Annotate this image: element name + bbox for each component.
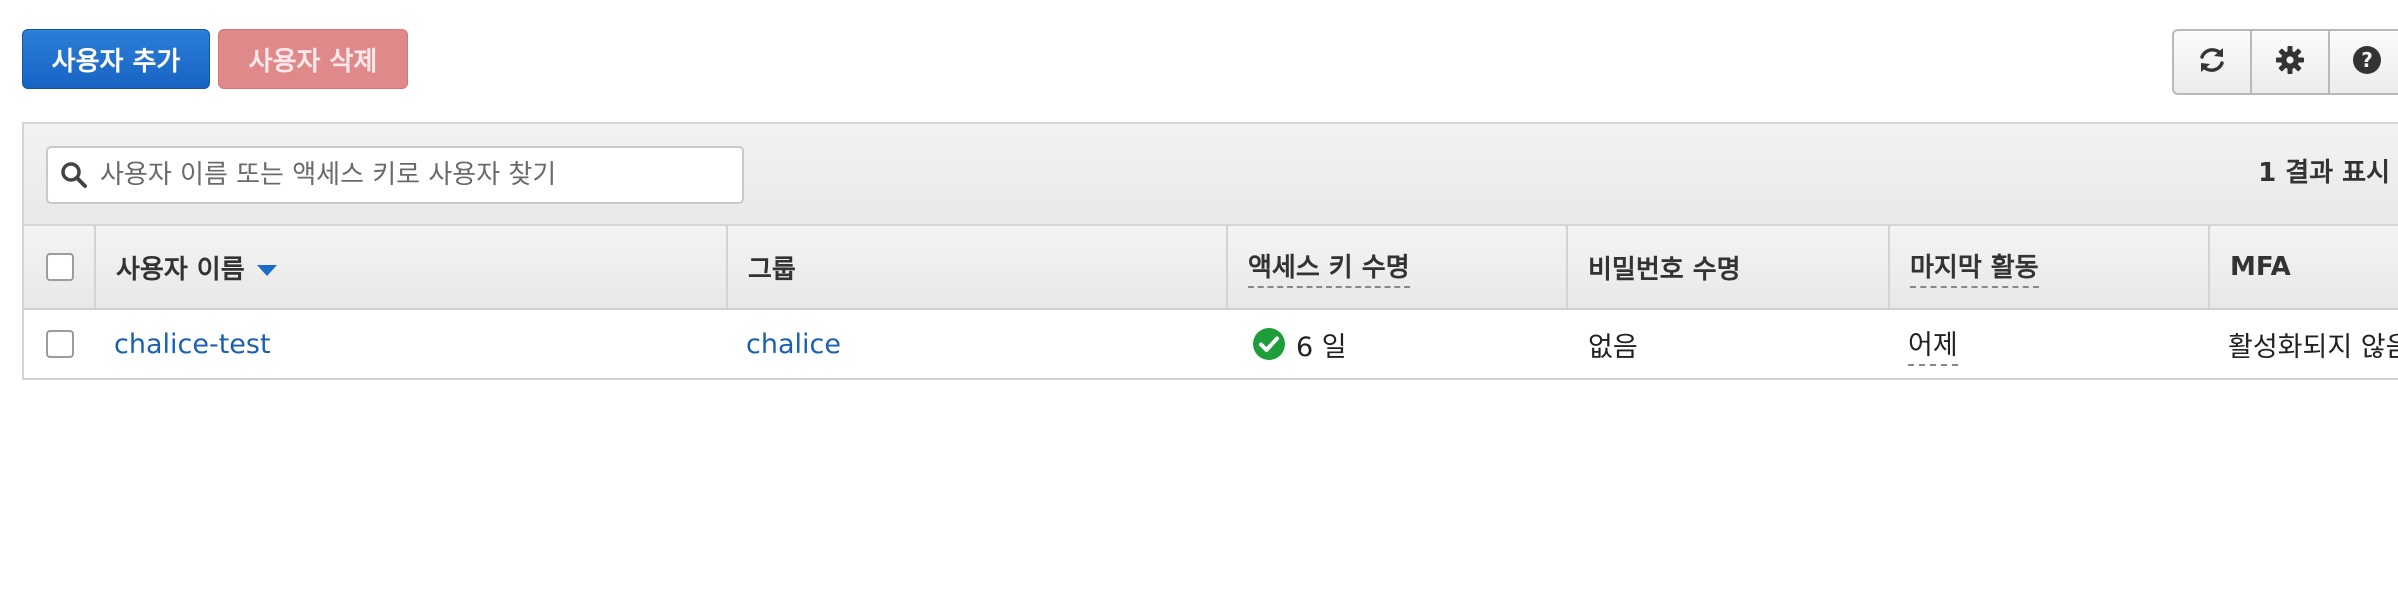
- last-activity-value: 어제: [1908, 323, 1958, 366]
- search-box[interactable]: [46, 146, 744, 204]
- column-label-access-key-age: 액세스 키 수명: [1248, 247, 1410, 288]
- access-key-age-value: 6 일: [1296, 331, 1347, 363]
- cell-last-activity: 어제: [1908, 310, 2208, 378]
- settings-button[interactable]: [2252, 31, 2330, 93]
- result-count: 1 결과 표시: [2258, 158, 2390, 188]
- table-tools: ?: [2172, 29, 2398, 95]
- column-label-last-activity: 마지막 활동: [1910, 247, 2039, 288]
- add-user-button[interactable]: 사용자 추가: [22, 29, 210, 89]
- column-header-last-activity[interactable]: 마지막 활동: [1888, 226, 2208, 308]
- select-all-checkbox[interactable]: [46, 253, 74, 281]
- search-toolbar: 1 결과 표시: [24, 124, 2398, 226]
- cell-password-age: 없음: [1588, 310, 1888, 378]
- column-header-username[interactable]: 사용자 이름: [94, 226, 726, 308]
- table-row: chalice-test chalice 6 일 없음 어제 활성화되지 않음: [24, 310, 2398, 380]
- delete-user-button[interactable]: 사용자 삭제: [218, 29, 408, 89]
- sort-descending-icon: [256, 264, 277, 276]
- column-label-mfa: MFA: [2230, 252, 2291, 282]
- search-icon: [60, 161, 88, 189]
- cell-username: chalice-test: [114, 310, 714, 378]
- refresh-button[interactable]: [2174, 31, 2252, 93]
- check-circle-icon: [1252, 327, 1286, 361]
- column-header-mfa[interactable]: MFA: [2208, 226, 2398, 308]
- svg-text:?: ?: [2361, 48, 2373, 72]
- table-header: 사용자 이름 그룹 액세스 키 수명 비밀번호 수명 마지막 활동 MFA: [24, 226, 2398, 310]
- password-age-value: 없음: [1588, 331, 1638, 363]
- mfa-value: 활성화되지 않음: [2228, 331, 2398, 363]
- iam-users-page: 사용자 추가 사용자 삭제 ? 사용자 이름 또는 액세스 키로 사용자 찾기 …: [0, 0, 2398, 610]
- help-button[interactable]: ?: [2330, 31, 2398, 93]
- cell-mfa: 활성화되지 않음: [2228, 310, 2398, 378]
- column-label-groups: 그룹: [748, 254, 796, 285]
- username-link[interactable]: chalice-test: [114, 329, 271, 360]
- column-header-access-key-age[interactable]: 액세스 키 수명: [1226, 226, 1566, 308]
- refresh-icon: [2197, 45, 2227, 79]
- gear-icon: [2275, 45, 2305, 79]
- help-icon: ?: [2352, 45, 2382, 79]
- group-link[interactable]: chalice: [746, 329, 841, 360]
- select-all-cell: [24, 226, 94, 308]
- column-label-password-age: 비밀번호 수명: [1588, 254, 1741, 285]
- cell-groups: chalice: [746, 310, 1216, 378]
- users-table-panel: 1 결과 표시 사용자 이름 그룹 액세스 키 수명 비밀번호 수명 마지막 활…: [22, 122, 2398, 380]
- row-checkbox[interactable]: [46, 330, 74, 358]
- cell-access-key-age: 6 일: [1252, 310, 1562, 378]
- row-select-cell: [46, 310, 94, 378]
- column-header-groups[interactable]: 그룹: [726, 226, 1226, 308]
- column-label-username: 사용자 이름: [116, 254, 245, 285]
- column-header-password-age[interactable]: 비밀번호 수명: [1566, 226, 1888, 308]
- search-input[interactable]: [98, 159, 722, 191]
